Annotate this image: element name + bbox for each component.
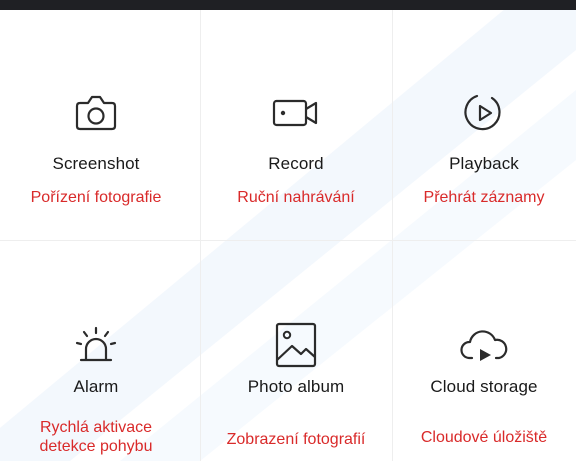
- tile-subtitle-line2: detekce pohybu: [39, 438, 153, 455]
- feature-grid: Screenshot Pořízení fotografie Record Ru…: [0, 10, 576, 461]
- video-camera-icon: [270, 88, 322, 136]
- tile-subtitle: Pořízení fotografie: [30, 189, 162, 206]
- playback-icon: [458, 88, 510, 136]
- tile-title: Screenshot: [52, 154, 140, 173]
- tile-photo-album[interactable]: Photo album Zobrazení fotografií: [200, 240, 392, 466]
- tile-subtitle: Zobrazení fotografií: [226, 431, 366, 448]
- top-bar: [0, 0, 576, 10]
- tile-record[interactable]: Record Ruční nahrávání: [200, 10, 392, 236]
- camera-icon: [70, 88, 122, 136]
- tile-screenshot[interactable]: Screenshot Pořízení fotografie: [0, 10, 192, 236]
- tile-playback[interactable]: Playback Přehrát záznamy: [392, 10, 576, 236]
- tile-title: Playback: [449, 154, 519, 173]
- photo-album-icon: [270, 322, 322, 370]
- alarm-siren-icon: [70, 322, 122, 370]
- tile-subtitle: Cloudové úložiště: [420, 429, 548, 446]
- tile-title: Cloud storage: [430, 377, 538, 396]
- tile-subtitle-line1: Rychlá aktivace: [39, 419, 153, 436]
- tile-alarm[interactable]: Alarm Rychlá aktivace detekce pohybu: [0, 240, 192, 466]
- cloud-play-icon: [458, 322, 510, 370]
- tile-title: Record: [268, 154, 324, 173]
- tile-subtitle: Ruční nahrávání: [237, 189, 355, 206]
- tile-title: Alarm: [73, 377, 119, 396]
- tile-cloud-storage[interactable]: Cloud storage Cloudové úložiště: [392, 240, 576, 466]
- tile-subtitle: Přehrát záznamy: [423, 189, 545, 206]
- tile-title: Photo album: [247, 377, 345, 396]
